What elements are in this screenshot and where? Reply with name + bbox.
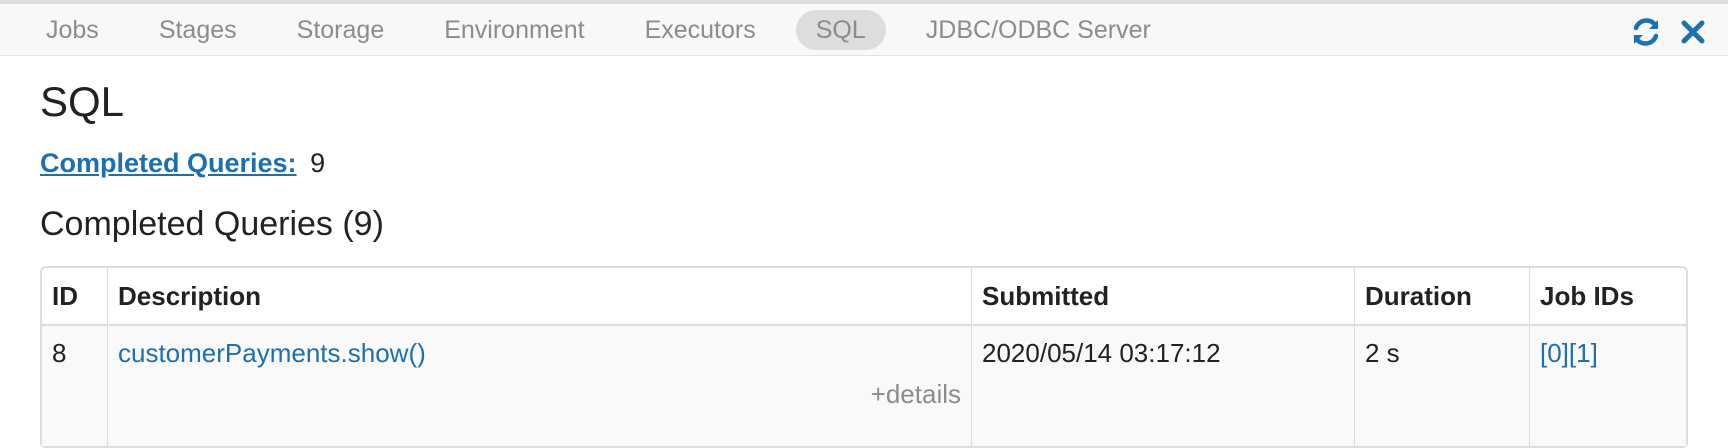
details-toggle[interactable]: +details [118,379,961,410]
cell-submitted: 2020/05/14 03:17:12 [972,326,1355,446]
job-id-link[interactable]: [1] [1569,338,1598,368]
nav-tabs: Jobs Stages Storage Environment Executor… [26,10,1191,50]
column-header-id[interactable]: ID [42,268,108,326]
query-description-link[interactable]: customerPayments.show() [118,338,426,368]
completed-queries-link[interactable]: Completed Queries: [40,148,297,178]
completed-queries-table: ID Description Submitted Duration Job ID… [40,266,1688,448]
tab-sql[interactable]: SQL [795,10,886,50]
column-header-submitted[interactable]: Submitted [972,268,1355,326]
job-id-link[interactable]: [0] [1540,338,1569,368]
top-navigation-bar: Jobs Stages Storage Environment Executor… [0,0,1728,56]
tab-jobs[interactable]: Jobs [26,10,119,50]
completed-queries-count: 9 [310,148,326,178]
refresh-icon[interactable] [1630,16,1662,48]
cell-job-ids: [0][1] [1530,326,1686,446]
tab-executors[interactable]: Executors [625,10,776,50]
cell-description: customerPayments.show() +details [108,326,972,446]
section-title: Completed Queries (9) [40,205,384,243]
completed-queries-summary: Completed Queries: 9 [40,148,325,179]
column-header-job-ids[interactable]: Job IDs [1530,268,1686,326]
tab-environment[interactable]: Environment [424,10,604,50]
page-title: SQL [40,78,125,125]
close-icon[interactable] [1680,19,1706,45]
tab-stages[interactable]: Stages [139,10,257,50]
cell-duration: 2 s [1355,326,1530,446]
column-header-description[interactable]: Description [108,268,972,326]
tab-jdbc-odbc-server[interactable]: JDBC/ODBC Server [906,10,1171,50]
column-header-duration[interactable]: Duration [1355,268,1530,326]
cell-id: 8 [42,326,108,446]
table-header-row: ID Description Submitted Duration Job ID… [42,268,1686,326]
tab-storage[interactable]: Storage [277,10,405,50]
table-row: 8 customerPayments.show() +details 2020/… [42,326,1686,446]
window-controls [1630,16,1706,48]
